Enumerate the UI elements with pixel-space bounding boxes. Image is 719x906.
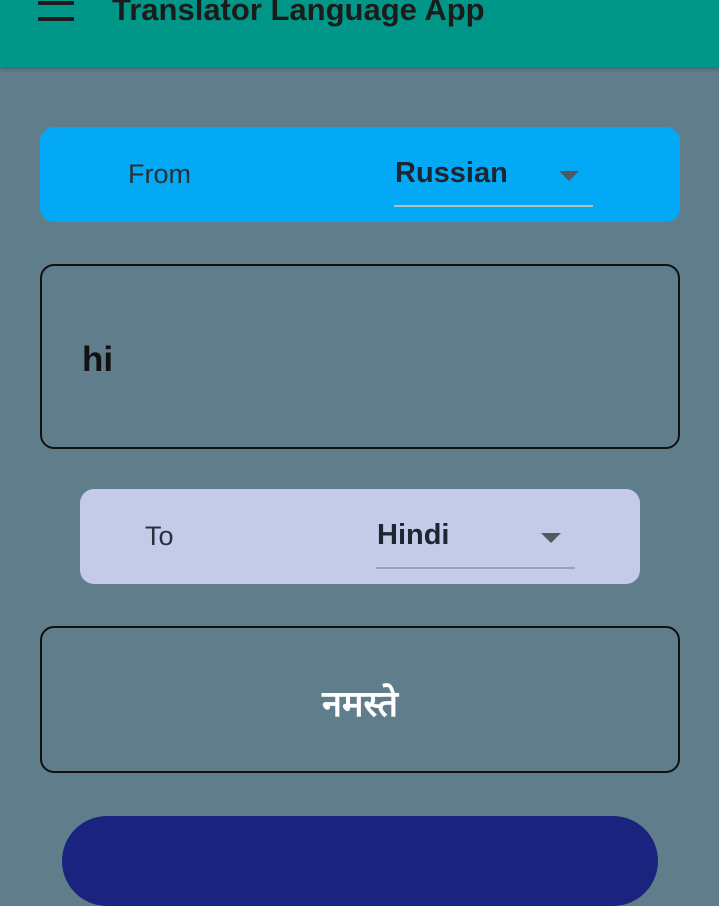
translate-button[interactable] [62,816,658,906]
hamburger-menu-icon-line [38,17,74,21]
from-label: From [128,159,191,189]
translated-text: नमस्ते [321,683,399,724]
app-title: Translator Language App [112,0,485,27]
source-language-card: From Russian [40,127,680,222]
menu-button[interactable] [38,0,74,26]
to-label: To [145,521,174,551]
source-text-value: hi [82,340,114,379]
target-language-card: To Hindi [80,489,640,584]
target-language-value: Hindi [377,519,450,551]
translation-output-box: नमस्ते [40,626,680,773]
source-language-value: Russian [395,157,508,189]
app-bar: Translator Language App [0,0,719,67]
source-language-dropdown[interactable]: Russian [394,155,593,207]
source-text-input[interactable]: hi [40,264,680,449]
hamburger-menu-icon-line [38,1,74,5]
dropdown-arrow-icon [541,533,561,543]
target-language-dropdown[interactable]: Hindi [376,517,575,569]
dropdown-arrow-icon [559,171,579,181]
